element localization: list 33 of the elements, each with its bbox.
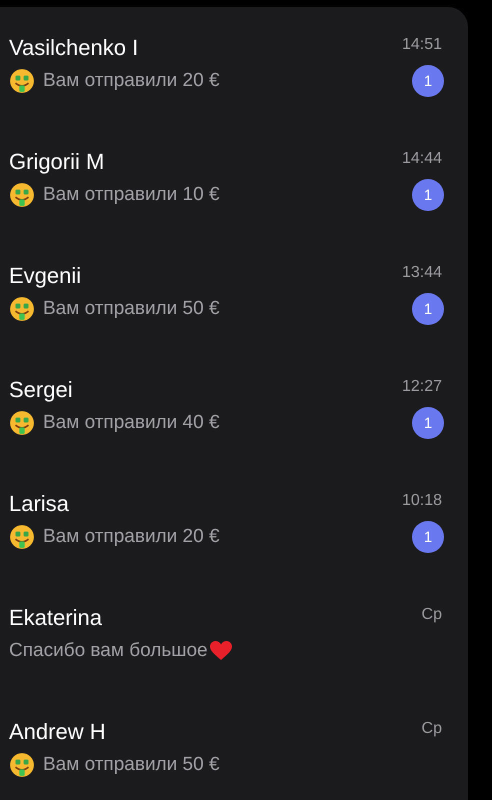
unread-count-badge: 1 xyxy=(412,521,444,553)
message-time: Ср xyxy=(422,720,442,738)
message-preview: Вам отправили 40 € xyxy=(43,412,220,434)
money-face-icon xyxy=(9,524,35,550)
message-time: 12:27 xyxy=(402,378,442,396)
contact-name[interactable]: Vasilchenko I xyxy=(9,35,138,61)
money-face-icon xyxy=(9,182,35,208)
money-face-icon xyxy=(9,68,35,94)
message-time: 14:51 xyxy=(402,36,442,54)
message-time: 13:44 xyxy=(402,264,442,282)
message-preview: Вам отправили 20 € xyxy=(43,70,220,92)
message-time: 14:44 xyxy=(402,150,442,168)
unread-count-badge: 1 xyxy=(412,65,444,97)
heart-icon xyxy=(208,639,233,663)
contact-name[interactable]: Evgenii xyxy=(9,263,82,289)
money-face-icon xyxy=(9,752,35,778)
message-time: 10:18 xyxy=(402,492,442,510)
unread-count-badge: 1 xyxy=(412,179,444,211)
contact-name[interactable]: Grigorii M xyxy=(9,149,104,175)
message-preview: Спасибо вам большое xyxy=(9,640,208,662)
money-face-icon xyxy=(9,296,35,322)
contact-name[interactable]: Sergei xyxy=(9,377,73,403)
unread-count-badge: 1 xyxy=(412,293,444,325)
contact-name[interactable]: Larisa xyxy=(9,491,69,517)
contact-name[interactable]: Ekaterina xyxy=(9,605,102,631)
unread-count-badge: 1 xyxy=(412,407,444,439)
message-preview: Вам отправили 10 € xyxy=(43,184,220,206)
message-preview: Вам отправили 20 € xyxy=(43,526,220,548)
message-preview: Вам отправили 50 € xyxy=(43,754,220,776)
contact-name[interactable]: Andrew H xyxy=(9,719,106,745)
message-time: Ср xyxy=(422,606,442,624)
message-preview: Вам отправили 50 € xyxy=(43,298,220,320)
money-face-icon xyxy=(9,410,35,436)
